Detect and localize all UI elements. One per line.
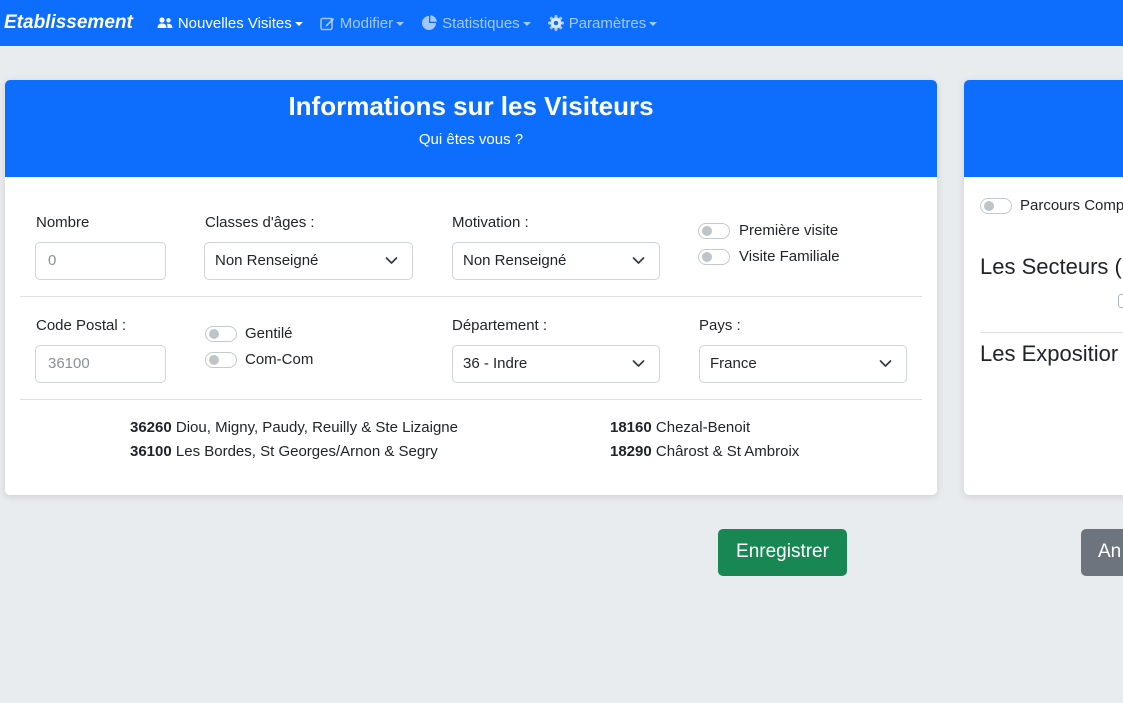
commune-item[interactable]: 36100 Les Bordes, St Georges/Arnon & Seg…: [130, 443, 438, 460]
visitor-card-header: Informations sur les Visiteurs Qui êtes …: [5, 80, 937, 177]
visite-familiale-toggle[interactable]: [698, 249, 730, 265]
secteurs-title: Les Secteurs (: [980, 254, 1122, 279]
pays-label: Pays :: [699, 317, 741, 334]
motivation-value: Non Renseigné: [463, 252, 567, 269]
classes-ages-label: Classes d'âges :: [205, 214, 315, 231]
premiere-visite-toggle[interactable]: [698, 223, 730, 239]
departement-select[interactable]: 36 - Indre: [452, 345, 660, 383]
dropdown-caret-icon: [294, 22, 303, 26]
chevron-down-icon: [879, 360, 892, 367]
save-button[interactable]: Enregistrer: [718, 529, 847, 576]
gear-icon: [547, 15, 564, 31]
commune-item[interactable]: 36260 Diou, Migny, Paudy, Reuilly & Ste …: [130, 419, 458, 436]
nav-parametres[interactable]: Paramètres: [547, 14, 658, 32]
nav-modifier[interactable]: Modifier: [320, 14, 405, 32]
visite-familiale-label: Visite Familiale: [739, 248, 840, 265]
nombre-label: Nombre: [36, 214, 90, 231]
code-postal-label: Code Postal :: [36, 317, 127, 334]
commune-code: 36100: [130, 443, 172, 460]
commune-code: 18160: [610, 419, 652, 436]
premiere-visite-label: Première visite: [739, 222, 839, 239]
nombre-input[interactable]: 0: [35, 242, 166, 280]
row-divider: [980, 332, 1123, 333]
commune-names: Diou, Migny, Paudy, Reuilly & Ste Lizaig…: [175, 419, 458, 436]
visitor-card-subtitle: Qui êtes vous ?: [418, 131, 524, 148]
commune-code: 36260: [130, 419, 172, 436]
nav-label: Paramètres: [568, 14, 647, 32]
cancel-button[interactable]: An: [1081, 529, 1123, 576]
edit-icon: [320, 17, 334, 30]
parcours-card: Parcours Comp Les Secteurs ( Les Exposit…: [964, 80, 1123, 495]
nav-statistiques[interactable]: Statistiques: [421, 15, 531, 32]
nav-label: Nouvelles Visites: [177, 14, 292, 32]
dropdown-caret-icon: [396, 22, 405, 26]
expositions-title: Les Expositior: [980, 341, 1119, 366]
departement-label: Département :: [452, 317, 548, 334]
dropdown-caret-icon: [522, 22, 531, 26]
nav-label: Modifier: [339, 14, 394, 32]
motivation-label: Motivation :: [452, 214, 529, 231]
users-icon: [157, 17, 173, 28]
gentile-toggle[interactable]: [205, 326, 237, 342]
parcours-toggle[interactable]: [980, 198, 1012, 214]
visitor-card-title: Informations sur les Visiteurs: [288, 91, 654, 121]
gentile-label: Gentilé: [245, 325, 293, 342]
com-com-label: Com-Com: [245, 351, 314, 368]
motivation-select[interactable]: Non Renseigné: [452, 242, 660, 280]
commune-item[interactable]: 18290 Chârost & St Ambroix: [610, 443, 799, 460]
commune-names: Chârost & St Ambroix: [655, 443, 800, 460]
code-postal-input[interactable]: 36100: [35, 345, 166, 383]
commune-item[interactable]: 18160 Chezal-Benoit: [610, 419, 750, 436]
brand-link[interactable]: Etablissement: [4, 12, 133, 34]
nav-nouvelles-visites[interactable]: Nouvelles Visites: [157, 15, 303, 32]
commune-names: Les Bordes, St Georges/Arnon & Segry: [175, 443, 438, 460]
row-divider: [20, 399, 922, 400]
pays-select[interactable]: France: [699, 345, 907, 383]
pie-chart-icon: [422, 15, 437, 30]
secteur-checkbox[interactable]: [1118, 294, 1123, 308]
commune-names: Chezal-Benoit: [655, 419, 751, 436]
row-divider: [20, 296, 922, 297]
parcours-label: Parcours Comp: [1020, 197, 1123, 214]
chevron-down-icon: [385, 257, 398, 264]
commune-code: 18290: [610, 443, 652, 460]
chevron-down-icon: [632, 360, 645, 367]
nav-label: Statistiques: [442, 14, 520, 32]
chevron-down-icon: [632, 257, 645, 264]
departement-value: 36 - Indre: [463, 355, 528, 372]
classes-ages-value: Non Renseigné: [215, 252, 319, 269]
com-com-toggle[interactable]: [205, 352, 237, 368]
pays-value: France: [710, 355, 757, 372]
parcours-card-header: [964, 80, 1123, 177]
top-navbar: Etablissement Nouvelles Visites Modifier…: [0, 0, 1123, 46]
classes-ages-select[interactable]: Non Renseigné: [204, 242, 413, 280]
visitor-info-card: Informations sur les Visiteurs Qui êtes …: [5, 80, 937, 495]
dropdown-caret-icon: [649, 22, 658, 26]
